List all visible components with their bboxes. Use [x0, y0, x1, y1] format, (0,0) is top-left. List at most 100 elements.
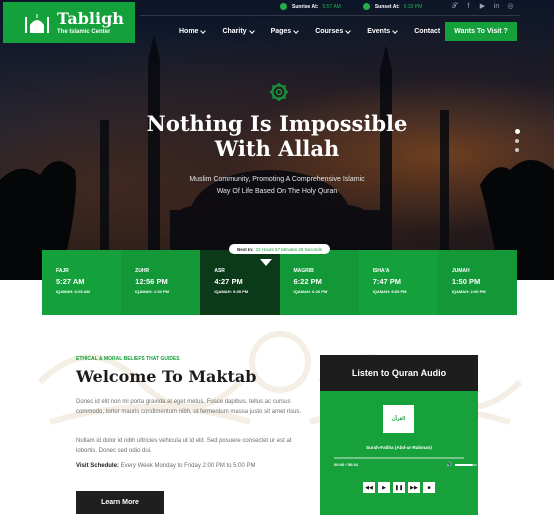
next-prayer-countdown: Next In: 23 Hours 57 Minutes 49 Seconds: [229, 244, 330, 254]
sunset-info: Sunset At: 6:33 PM: [362, 3, 423, 10]
prayer-name: MAGRIB: [293, 268, 314, 274]
volume-control: 🔊: [446, 462, 478, 468]
nav-courses[interactable]: Courses: [315, 27, 352, 35]
volume-slider[interactable]: [455, 464, 478, 466]
prayer-name: FAJR: [56, 268, 69, 274]
prayer-cell: ZUHR 12:56 PM IQAMAH: 1:30 PM: [121, 250, 201, 315]
prayer-cell: ISHA'A 7:47 PM IQAMAH: 8:05 PM: [358, 250, 438, 315]
main-nav: Home Charity Pages Courses Events Contac…: [179, 27, 457, 35]
divider: [140, 15, 520, 16]
active-prayer-marker: [260, 259, 272, 266]
hero-banner: Tabligh The Islamic Center Sunrise At: 5…: [0, 0, 554, 280]
prayer-timetable: FAJR 5:27 AM IQAMAH: 6:05 AM ZUHR 12:56 …: [42, 250, 518, 315]
linkedin-icon[interactable]: in: [492, 2, 501, 11]
prayer-time: 7:47 PM: [372, 277, 402, 286]
logo[interactable]: Tabligh The Islamic Center: [3, 2, 135, 43]
prayer-cell: JUMAH 1:50 PM IQAMAH: 2:00 PM: [437, 250, 518, 315]
forward-icon[interactable]: ▶▶: [408, 482, 420, 493]
facebook-icon[interactable]: f: [464, 2, 473, 11]
slider-dot[interactable]: [515, 139, 519, 143]
sunset-label: Sunset At:: [374, 3, 400, 10]
hero-title-line: With Allah: [214, 136, 340, 161]
sunrise-time: 5:57 AM: [322, 3, 341, 10]
sunset-icon: [362, 3, 370, 10]
nav-label: Events: [367, 28, 391, 35]
prayer-time: 5:27 AM: [56, 277, 85, 286]
visit-schedule: Visit Schedule: Every Week Monday to Fri…: [76, 463, 256, 469]
nav-events[interactable]: Events: [367, 27, 399, 35]
prayer-time: 6:22 PM: [293, 277, 322, 286]
schedule-label: Visit Schedule:: [76, 463, 119, 469]
nav-pages[interactable]: Pages: [270, 27, 300, 35]
nav-label: Home: [179, 28, 199, 35]
prayer-iqamah: IQAMAH: 8:05 PM: [372, 289, 407, 294]
youtube-icon[interactable]: ▶: [478, 2, 487, 11]
slider-dot[interactable]: [515, 129, 520, 134]
hero-subtitle-line: Way Of Life Based On The Holy Quran: [216, 188, 338, 195]
seek-bar[interactable]: [334, 457, 464, 459]
prayer-name: ASR: [214, 268, 225, 274]
prayer-time: 4:27 PM: [214, 277, 243, 286]
chevron-down-icon: [248, 27, 255, 34]
widget-title: Listen to Quran Audio: [320, 355, 478, 391]
mosque-logo-icon: [25, 13, 49, 33]
sunrise-info: Sunrise At: 5:57 AM: [280, 3, 341, 10]
next-value: 23 Hours 57 Minutes 49 Seconds: [255, 246, 323, 252]
chevron-down-icon: [293, 27, 300, 34]
rewind-icon[interactable]: ◀◀: [363, 482, 375, 493]
nav-label: Charity: [222, 28, 247, 35]
prayer-time: 12:56 PM: [135, 277, 168, 286]
prayer-iqamah: IQAMAH: 6:26 PM: [293, 289, 328, 294]
nav-label: Contact: [414, 28, 441, 35]
sunset-time: 6:33 PM: [403, 3, 423, 10]
learn-more-button[interactable]: Learn More: [76, 491, 164, 514]
section-eyebrow: ETHICAL & MORAL BELIEFS THAT GUIDES: [76, 356, 180, 362]
nav-label: Courses: [315, 28, 344, 35]
sunrise-label: Sunrise At:: [292, 3, 319, 10]
prayer-iqamah: IQAMAH: 5:05 PM: [214, 289, 249, 294]
prayer-iqamah: IQAMAH: 2:00 PM: [451, 289, 486, 294]
chevron-down-icon: [345, 27, 352, 34]
prayer-cell: FAJR 5:27 AM IQAMAH: 6:05 AM: [42, 250, 122, 315]
prayer-name: ISHA'A: [372, 268, 390, 274]
intro-paragraph: Nullam id dolor id nibh ultricies vehicu…: [76, 438, 292, 454]
prayer-name: JUMAH: [451, 268, 470, 274]
sunrise-icon: [280, 3, 287, 10]
prayer-cell: MAGRIB 6:22 PM IQAMAH: 6:26 PM: [279, 250, 359, 315]
brand-tagline: The Islamic Center: [57, 28, 111, 35]
prayer-name: ZUHR: [135, 268, 150, 274]
prayer-iqamah: IQAMAH: 1:30 PM: [135, 289, 169, 294]
schedule-value: Every Week Monday to Friday 2:00 PM to 5…: [120, 463, 256, 469]
nav-contact[interactable]: Contact: [414, 28, 440, 35]
brand-name: Tabligh: [57, 8, 124, 28]
prayer-time: 1:50 PM: [451, 277, 481, 286]
hero-title: Nothing Is Impossible With Allah: [0, 111, 554, 161]
play-icon[interactable]: ▶: [378, 482, 390, 493]
player-controls: ◀◀ ▶ ❚❚ ▶▶ ■: [363, 482, 438, 493]
prayer-iqamah: IQAMAH: 6:05 AM: [56, 289, 90, 294]
pause-icon[interactable]: ❚❚: [393, 482, 405, 493]
nav-home[interactable]: Home: [179, 27, 207, 35]
intro-paragraph: Donec id elit non mi porta gravida at eg…: [76, 399, 302, 415]
track-time: 00:00 / 56:34: [334, 462, 358, 467]
visit-button[interactable]: Wants To Visit ?: [445, 22, 517, 41]
hero-subtitle-line: Muslim Community, Promoting A Comprehens…: [189, 176, 365, 183]
slider-dot[interactable]: [515, 148, 519, 152]
quran-cover-icon: القرآن: [383, 405, 414, 433]
track-title: Surah-Fatiha (Abd-ur-Rahman): [366, 445, 432, 450]
nav-label: Pages: [270, 28, 292, 35]
chevron-down-icon: [392, 27, 399, 34]
section-title: Welcome To Maktab: [76, 367, 257, 386]
next-label: Next In:: [236, 246, 254, 252]
hero-subtitle: Muslim Community, Promoting A Comprehens…: [0, 174, 554, 198]
twitter-icon[interactable]: 𝓣: [450, 2, 459, 11]
player-progress: 00:00 / 56:34 🔊: [334, 457, 478, 468]
ornament-icon: [270, 83, 288, 101]
sun-times: Sunrise At: 5:57 AM Sunset At: 6:33 PM: [280, 3, 444, 10]
chevron-down-icon: [200, 27, 207, 34]
hero-title-line: Nothing Is Impossible: [146, 111, 408, 136]
volume-icon[interactable]: 🔊: [446, 462, 452, 468]
stop-icon[interactable]: ■: [423, 482, 435, 493]
instagram-icon[interactable]: ◎: [506, 2, 515, 11]
nav-charity[interactable]: Charity: [222, 27, 255, 35]
